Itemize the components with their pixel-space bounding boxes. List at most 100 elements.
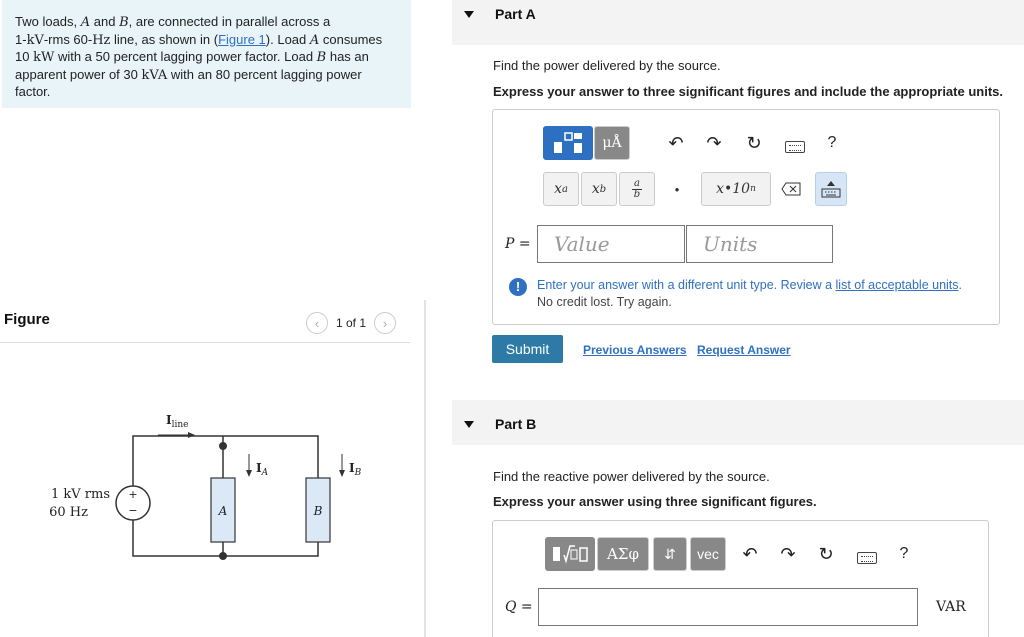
units-input[interactable]: Units (686, 225, 833, 263)
request-answer-link[interactable]: Request Answer (697, 343, 791, 357)
var-unit-label: VAR (936, 599, 966, 615)
text: line, as shown in ( (110, 31, 219, 47)
undo-icon[interactable]: ↶ (739, 543, 761, 565)
problem-line-5: factor. (15, 84, 51, 99)
load-a-symbol: A (80, 15, 91, 30)
text: -rms 60- (43, 31, 93, 47)
reset-icon[interactable]: ↻ (815, 543, 837, 565)
subscript-button[interactable]: xb (581, 172, 617, 206)
source-frequency-label: 60 Hz (49, 505, 88, 520)
q-answer-input[interactable] (538, 588, 918, 626)
text: with an 80 percent lagging power (167, 66, 362, 82)
minus-sign: − (128, 504, 137, 517)
source-voltage-label: 1 kV rms (51, 487, 110, 502)
text: with a 50 percent lagging power factor. … (54, 49, 317, 64)
templates-icon[interactable] (543, 126, 593, 160)
part-a-prompt: Find the power delivered by the source. (493, 58, 721, 73)
value-input[interactable]: Value (537, 225, 685, 263)
dot-button[interactable]: • (665, 172, 689, 206)
circuit-diagram: A B + − 1 kV rms 60 Hz Iline IA IB (49, 413, 362, 560)
text: Two loads, (15, 14, 81, 29)
text: 10 (15, 49, 34, 64)
text: ). Load (265, 31, 310, 47)
keyboard-icon[interactable] (785, 141, 805, 153)
arrow-down-icon (246, 470, 252, 477)
problem-statement: Two loads, A and B, are connected in par… (2, 0, 411, 108)
help-button[interactable]: ? (821, 132, 843, 154)
greek-symbols-button[interactable]: ΑΣφ (597, 537, 649, 571)
collapse-triangle-icon[interactable] (464, 11, 474, 18)
load-b-label: B (313, 504, 323, 518)
arrow-right-icon (188, 432, 195, 438)
units-button[interactable]: μÅ (594, 126, 630, 160)
collapse-triangle-icon[interactable] (464, 421, 474, 428)
plus-sign: + (128, 488, 137, 501)
left-pane: Two loads, A and B, are connected in par… (0, 0, 426, 637)
load-b-symbol: B (119, 15, 129, 30)
part-a-title: Part A (495, 6, 536, 22)
text: , are connected in parallel across a (128, 14, 331, 29)
part-b-prompt: Find the reactive power delivered by the… (493, 469, 770, 484)
delete-icon[interactable] (775, 172, 807, 206)
problem-line-3: 10 kW with a 50 percent lagging power fa… (15, 49, 401, 67)
unit-hz: Hz (92, 32, 111, 48)
undo-icon[interactable]: ↶ (665, 132, 687, 154)
part-b-instruction: Express your answer using three signific… (493, 494, 817, 509)
ia-label: IA (256, 461, 269, 478)
figure-link[interactable]: Figure 1 (218, 32, 266, 47)
junction-node (219, 442, 227, 450)
unit-kw: kW (33, 50, 55, 65)
text: and (90, 14, 120, 29)
keyboard-icon[interactable] (857, 552, 877, 564)
fraction-button[interactable]: ab (619, 172, 655, 206)
pane-divider (424, 300, 426, 637)
load-a-symbol: A (309, 32, 320, 48)
load-b-symbol: B (316, 50, 327, 65)
part-a-instruction: Express your answer to three significant… (493, 84, 1003, 99)
figure-pagination: ‹ 1 of 1 › (306, 312, 397, 334)
error-line-1: Enter your answer with a different unit … (537, 278, 963, 292)
load-a-label: A (218, 504, 228, 518)
part-a-header[interactable]: Part A (452, 0, 1024, 45)
arrows-button[interactable]: ⇵ (653, 537, 687, 571)
reset-icon[interactable]: ↻ (743, 132, 765, 154)
divider (0, 342, 410, 343)
chevron-left-icon[interactable]: ‹ (306, 312, 328, 334)
part-b-answer-box: ΑΣφ ⇵ vec ↶ ↷ ↻ ? Q = VAR (492, 520, 989, 637)
redo-icon[interactable]: ↷ (777, 543, 799, 565)
problem-line-1: Two loads, A and B, are connected in par… (15, 14, 401, 32)
ib-label: IB (349, 461, 362, 478)
unit-kva: kVA (141, 67, 168, 83)
superscript-button[interactable]: xa (543, 172, 579, 206)
help-button[interactable]: ? (893, 543, 915, 565)
acceptable-units-link[interactable]: list of acceptable units (836, 278, 959, 292)
figure-counter: 1 of 1 (336, 316, 367, 330)
p-variable-label: P = (505, 236, 531, 252)
chevron-right-icon[interactable]: › (374, 312, 397, 334)
problem-line-2: 1-kV-rms 60-Hz line, as shown in (Figure… (15, 32, 401, 50)
unit-kv: kV (26, 32, 44, 48)
top-wire (132, 435, 319, 478)
keyboard-toggle-icon[interactable] (815, 172, 847, 206)
text: 1- (15, 31, 27, 47)
templates-icon[interactable] (545, 537, 595, 571)
q-variable-label: Q = (505, 599, 533, 615)
text: apparent power of 30 (15, 66, 142, 82)
scientific-notation-button[interactable]: x•10 n (701, 172, 771, 206)
text: has an (326, 49, 369, 64)
error-line-2: No credit lost. Try again. (537, 295, 672, 309)
figure-title: Figure (4, 311, 50, 328)
vector-button[interactable]: vec (690, 537, 726, 571)
right-pane: Part A Find the power delivered by the s… (452, 0, 1024, 637)
junction-node (219, 552, 227, 560)
alert-icon: ! (509, 278, 527, 296)
part-b-title: Part B (495, 416, 537, 432)
arrow-down-icon (339, 470, 345, 477)
text: consumes (319, 31, 383, 47)
part-b-header[interactable]: Part B (452, 400, 1024, 445)
iline-label: Iline (166, 413, 189, 430)
previous-answers-link[interactable]: Previous Answers (583, 343, 687, 357)
problem-line-4: apparent power of 30 kVA with an 80 perc… (15, 67, 401, 85)
redo-icon[interactable]: ↷ (703, 132, 725, 154)
submit-button[interactable]: Submit (492, 335, 563, 363)
